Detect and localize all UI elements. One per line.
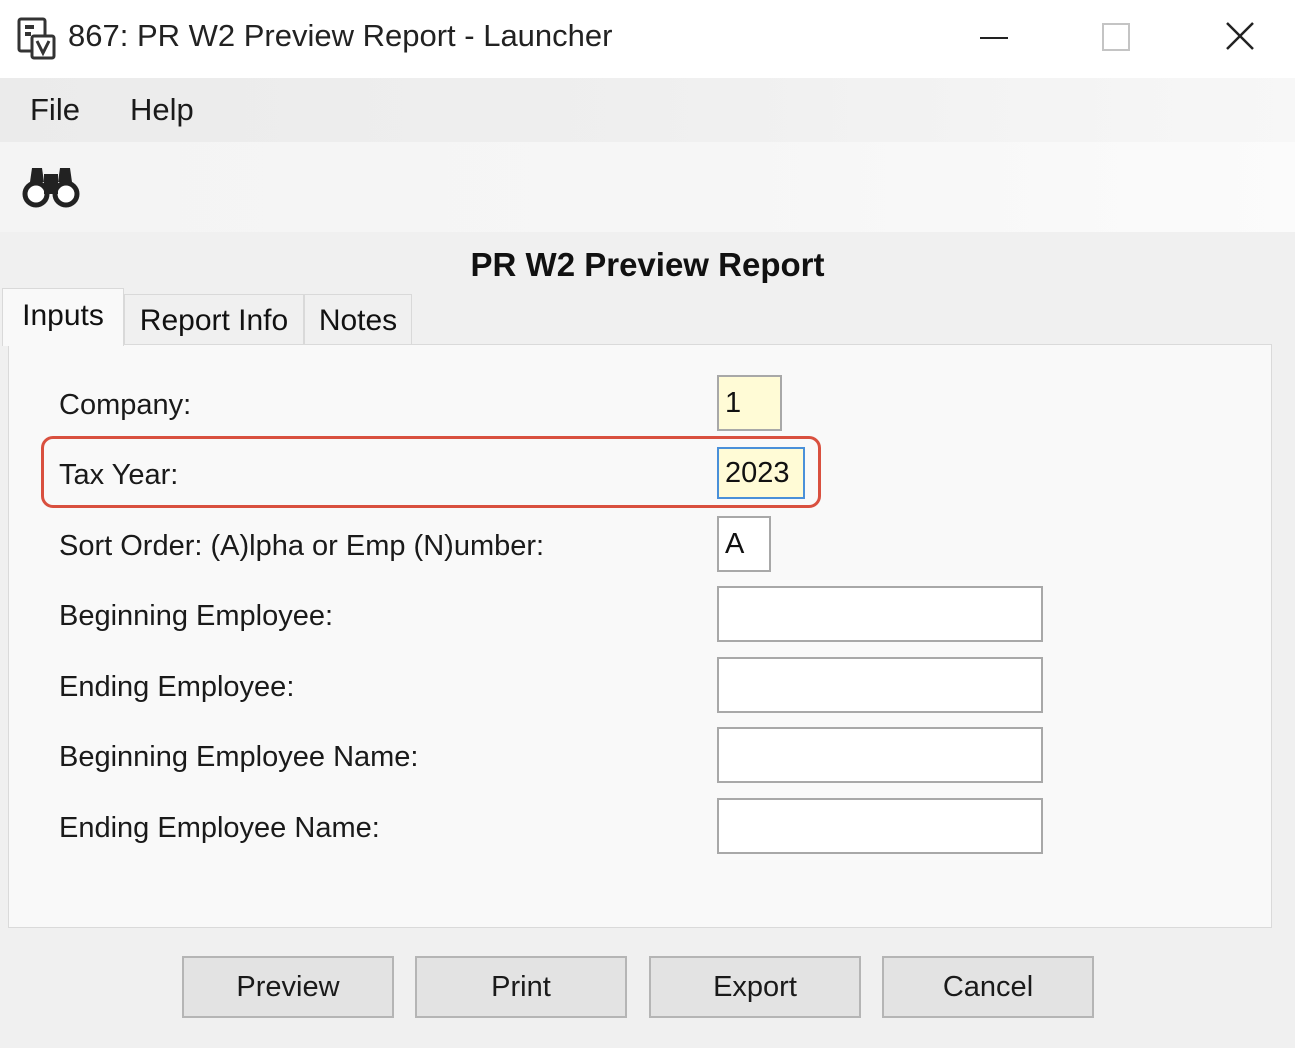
binoculars-icon[interactable] <box>22 162 80 210</box>
beginning-employee-name-label: Beginning Employee Name: <box>59 741 419 773</box>
ending-employee-field[interactable] <box>717 657 1043 713</box>
close-button[interactable] <box>1182 0 1295 76</box>
toolbar <box>0 142 1295 232</box>
sort-order-label: Sort Order: (A)lpha or Emp (N)umber: <box>59 530 545 562</box>
export-button[interactable]: Export <box>649 956 861 1018</box>
window-title: 867: PR W2 Preview Report - Launcher <box>68 18 613 53</box>
ending-employee-name-field[interactable] <box>717 798 1043 854</box>
print-button[interactable]: Print <box>415 956 627 1018</box>
tab-inputs[interactable]: Inputs <box>2 288 124 346</box>
preview-button[interactable]: Preview <box>182 956 394 1018</box>
minimize-button[interactable] <box>935 0 1055 76</box>
inputs-panel: Company: Tax Year: Sort Order: (A)lpha o… <box>8 344 1272 928</box>
report-title: PR W2 Preview Report <box>470 246 825 283</box>
beginning-employee-name-field[interactable] <box>717 727 1043 783</box>
close-icon <box>1226 22 1254 50</box>
beginning-employee-label: Beginning Employee: <box>59 600 334 632</box>
title-bar: 867: PR W2 Preview Report - Launcher <box>0 0 1295 76</box>
menu-help[interactable]: Help <box>130 92 194 128</box>
ending-employee-label: Ending Employee: <box>59 671 295 703</box>
company-label: Company: <box>59 389 192 421</box>
menu-file[interactable]: File <box>30 92 80 128</box>
ending-employee-name-label: Ending Employee Name: <box>59 812 380 844</box>
tab-notes[interactable]: Notes <box>304 294 412 346</box>
report-launcher-icon <box>17 17 56 60</box>
menu-bar: File Help <box>0 78 1295 142</box>
tax-year-label: Tax Year: <box>59 459 179 491</box>
maximize-button[interactable] <box>1058 0 1178 76</box>
maximize-icon <box>1102 23 1130 51</box>
company-field[interactable] <box>717 375 782 431</box>
minimize-icon <box>980 37 1008 39</box>
tab-report-info[interactable]: Report Info <box>124 294 304 346</box>
sort-order-field[interactable] <box>717 516 771 572</box>
beginning-employee-field[interactable] <box>717 586 1043 642</box>
report-launcher-main: PR W2 Preview Report Inputs Report Info … <box>0 232 1295 1048</box>
cancel-button[interactable]: Cancel <box>882 956 1094 1018</box>
tax-year-field[interactable] <box>717 447 805 499</box>
